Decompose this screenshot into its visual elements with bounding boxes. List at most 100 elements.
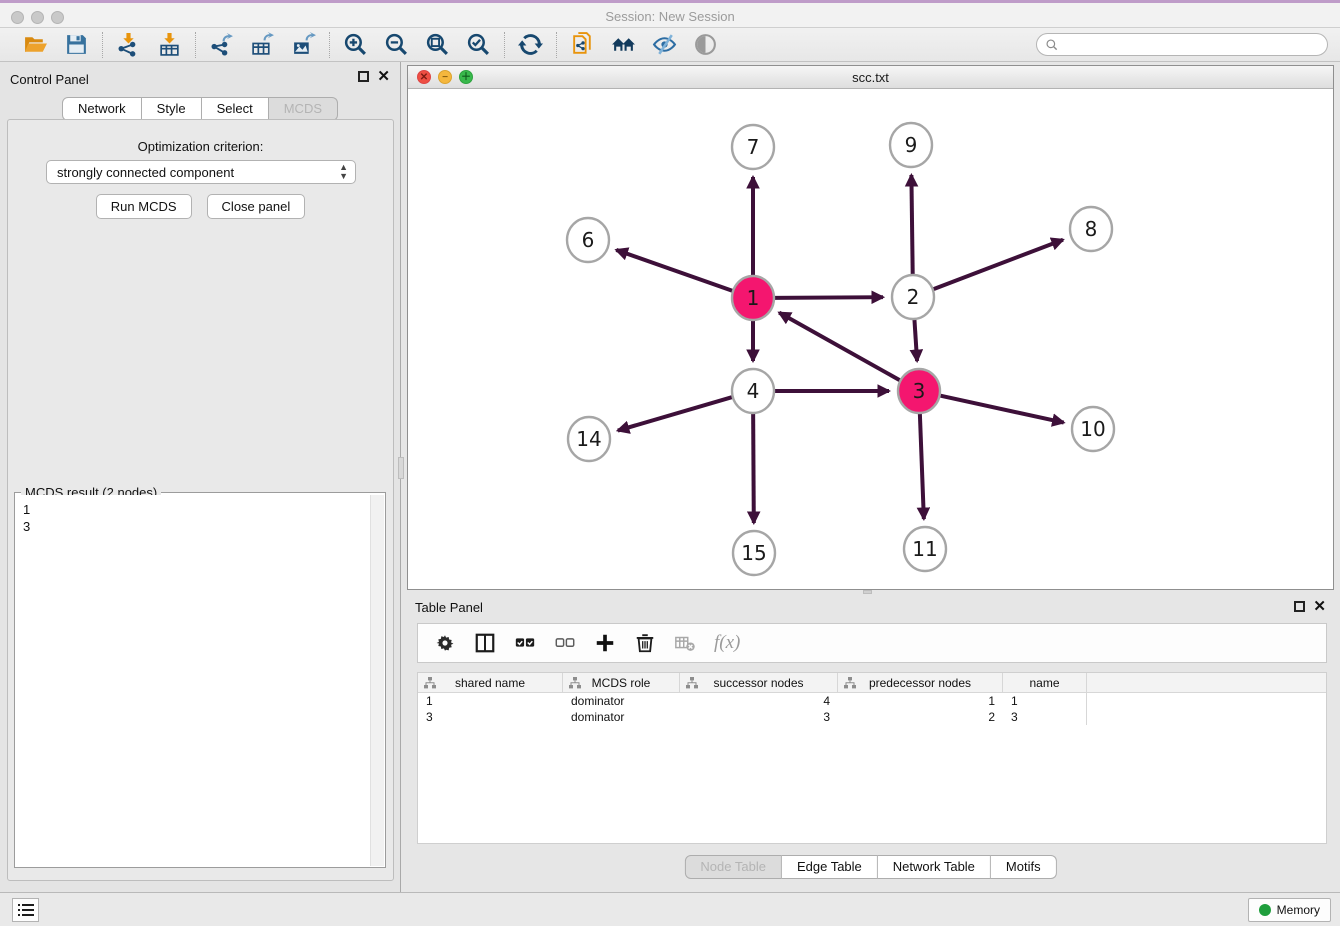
select-all-icon[interactable]: [514, 632, 536, 654]
open-session-icon[interactable]: [23, 32, 48, 57]
cell-predecessor-nodes: 2: [838, 709, 1003, 725]
mcds-result-line: 3: [23, 518, 370, 535]
task-history-button[interactable]: [12, 898, 39, 922]
app-titlebar: Session: New Session: [0, 0, 1340, 28]
show-columns-icon[interactable]: [474, 632, 496, 654]
svg-text:1: 1: [747, 286, 760, 310]
svg-text:4: 4: [747, 379, 760, 403]
delete-row-icon[interactable]: [634, 632, 656, 654]
column-label: MCDS role: [592, 676, 651, 690]
mcds-result-box: MCDS result (2 nodes) 1 3: [14, 492, 386, 868]
svg-text:15: 15: [741, 541, 766, 565]
graph-edges[interactable]: [616, 175, 1063, 523]
cell-name: 3: [1003, 709, 1087, 725]
first-neighbors-icon[interactable]: [611, 32, 636, 57]
svg-text:2: 2: [907, 285, 920, 309]
zoom-in-icon[interactable]: [343, 32, 368, 57]
select-spinner-icon: ▲▼: [339, 163, 348, 181]
svg-text:14: 14: [576, 427, 601, 451]
optimization-criterion-label: Optimization criterion:: [8, 139, 393, 154]
mcds-result-line: 1: [23, 501, 370, 518]
column-label: predecessor nodes: [869, 676, 971, 690]
cell-shared-name: 1: [418, 693, 563, 709]
mcds-result-text[interactable]: 1 3: [16, 495, 370, 866]
memory-button[interactable]: Memory: [1248, 898, 1331, 922]
network-window-titlebar[interactable]: ✕ − ＋ scc.txt: [408, 66, 1333, 89]
zoom-out-icon[interactable]: [384, 32, 409, 57]
search-input[interactable]: [1059, 38, 1327, 52]
clone-network-icon[interactable]: [570, 32, 595, 57]
table-toolbar: f(x): [417, 623, 1327, 663]
table-options-icon[interactable]: [434, 632, 456, 654]
hide-graphics-details-icon[interactable]: [652, 32, 677, 57]
tab-network[interactable]: Network: [62, 97, 142, 121]
column-header-name[interactable]: name: [1003, 673, 1087, 692]
close-panel-button[interactable]: Close panel: [207, 194, 306, 219]
close-panel-icon[interactable]: ✕: [377, 71, 390, 82]
delete-table-icon[interactable]: [674, 632, 696, 654]
control-panel: Control Panel ✕ Network Style Select MCD…: [0, 62, 401, 892]
svg-text:11: 11: [912, 537, 937, 561]
deselect-all-icon[interactable]: [554, 632, 576, 654]
export-image-icon[interactable]: [291, 32, 316, 57]
show-graphics-details-icon[interactable]: [693, 32, 718, 57]
mcds-panel: Optimization criterion: strongly connect…: [7, 119, 394, 881]
tab-select[interactable]: Select: [202, 97, 269, 121]
tab-edge-table[interactable]: Edge Table: [782, 855, 878, 879]
refresh-view-icon[interactable]: [518, 32, 543, 57]
svg-text:7: 7: [747, 135, 760, 159]
network-canvas-svg: 7968124314101511: [408, 89, 1333, 589]
tab-mcds[interactable]: MCDS: [269, 97, 338, 121]
status-bar: Memory: [0, 892, 1340, 926]
cell-mcds-role: dominator: [563, 709, 680, 725]
session-title: Session: New Session: [0, 9, 1340, 24]
export-network-icon[interactable]: [209, 32, 234, 57]
horizontal-splitter-handle[interactable]: [863, 590, 872, 594]
column-header-shared-name[interactable]: shared name: [418, 673, 563, 692]
run-mcds-button[interactable]: Run MCDS: [96, 194, 192, 219]
column-header-mcds-role[interactable]: MCDS role: [563, 673, 680, 692]
import-network-icon[interactable]: [116, 32, 141, 57]
column-header-predecessor-nodes[interactable]: predecessor nodes: [838, 673, 1003, 692]
zoom-selected-icon[interactable]: [466, 32, 491, 57]
svg-text:10: 10: [1080, 417, 1105, 441]
column-label: successor nodes: [713, 676, 803, 690]
column-type-icon: [569, 677, 581, 689]
control-panel-title: Control Panel: [10, 72, 89, 87]
main-toolbar: [0, 28, 1340, 62]
float-panel-icon[interactable]: [358, 71, 369, 82]
table-row[interactable]: 3 dominator 3 2 3: [418, 709, 1326, 725]
tab-network-table[interactable]: Network Table: [878, 855, 991, 879]
column-label: shared name: [455, 676, 525, 690]
node-table[interactable]: shared name MCDS role successor nodes pr…: [417, 672, 1327, 844]
table-panel-title: Table Panel: [415, 600, 483, 615]
control-panel-tabs: Network Style Select MCDS: [62, 97, 338, 121]
add-row-icon[interactable]: [594, 632, 616, 654]
column-label: name: [1029, 676, 1059, 690]
column-type-icon: [686, 677, 698, 689]
vertical-splitter-handle[interactable]: [398, 457, 404, 479]
network-window-title: scc.txt: [408, 70, 1333, 85]
criterion-select[interactable]: strongly connected component ▲▼: [46, 160, 356, 184]
export-table-icon[interactable]: [250, 32, 275, 57]
close-table-panel-icon[interactable]: ✕: [1313, 601, 1326, 612]
column-header-successor-nodes[interactable]: successor nodes: [680, 673, 838, 692]
table-panel: Table Panel ✕ f(x) shared name MCDS role…: [407, 595, 1334, 890]
network-canvas[interactable]: 7968124314101511: [408, 89, 1333, 589]
function-builder-icon[interactable]: f(x): [714, 632, 740, 654]
import-table-icon[interactable]: [157, 32, 182, 57]
float-table-panel-icon[interactable]: [1294, 601, 1305, 612]
tab-motifs[interactable]: Motifs: [991, 855, 1057, 879]
svg-text:8: 8: [1085, 217, 1098, 241]
search-field[interactable]: [1036, 33, 1328, 56]
mcds-result-scrollbar[interactable]: [370, 495, 384, 866]
tab-style[interactable]: Style: [142, 97, 202, 121]
tab-node-table[interactable]: Node Table: [684, 855, 782, 879]
svg-text:6: 6: [582, 228, 595, 252]
table-row[interactable]: 1 dominator 4 1 1: [418, 693, 1326, 709]
save-session-icon[interactable]: [64, 32, 89, 57]
cell-name: 1: [1003, 693, 1087, 709]
network-view-window: ✕ − ＋ scc.txt 7968124314101511: [407, 65, 1334, 590]
zoom-fit-icon[interactable]: [425, 32, 450, 57]
criterion-value: strongly connected component: [57, 165, 234, 180]
